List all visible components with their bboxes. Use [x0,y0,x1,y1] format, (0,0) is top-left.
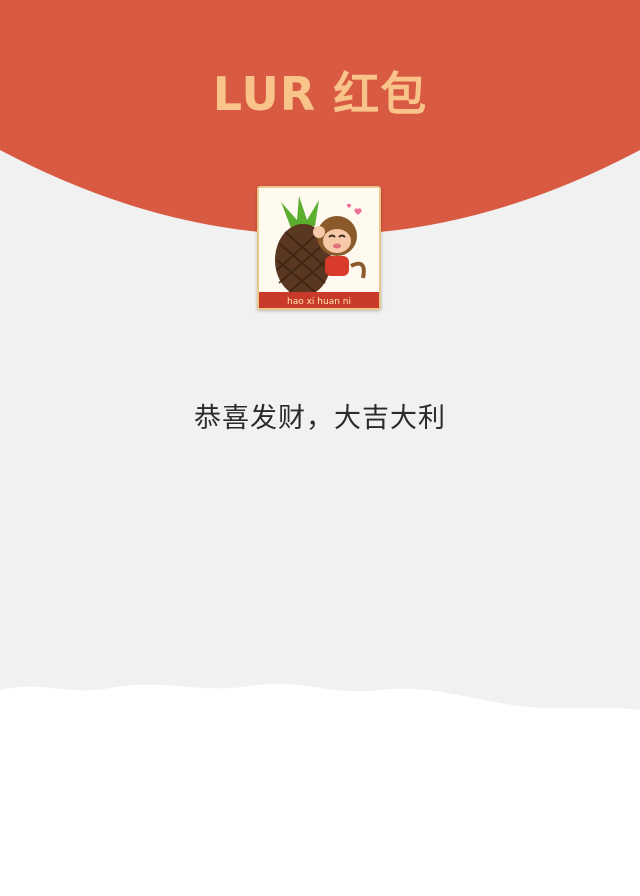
sticker-caption: hao xi huan ni [287,297,351,307]
sender-avatar[interactable]: hao xi huan ni [257,186,381,310]
torn-paper-edge [0,683,640,896]
greeting-message: 恭喜发财，大吉大利 [194,403,446,434]
envelope-title: LUR 红包 [212,67,428,121]
monkey-pineapple-icon: hao xi huan ni [259,188,379,308]
